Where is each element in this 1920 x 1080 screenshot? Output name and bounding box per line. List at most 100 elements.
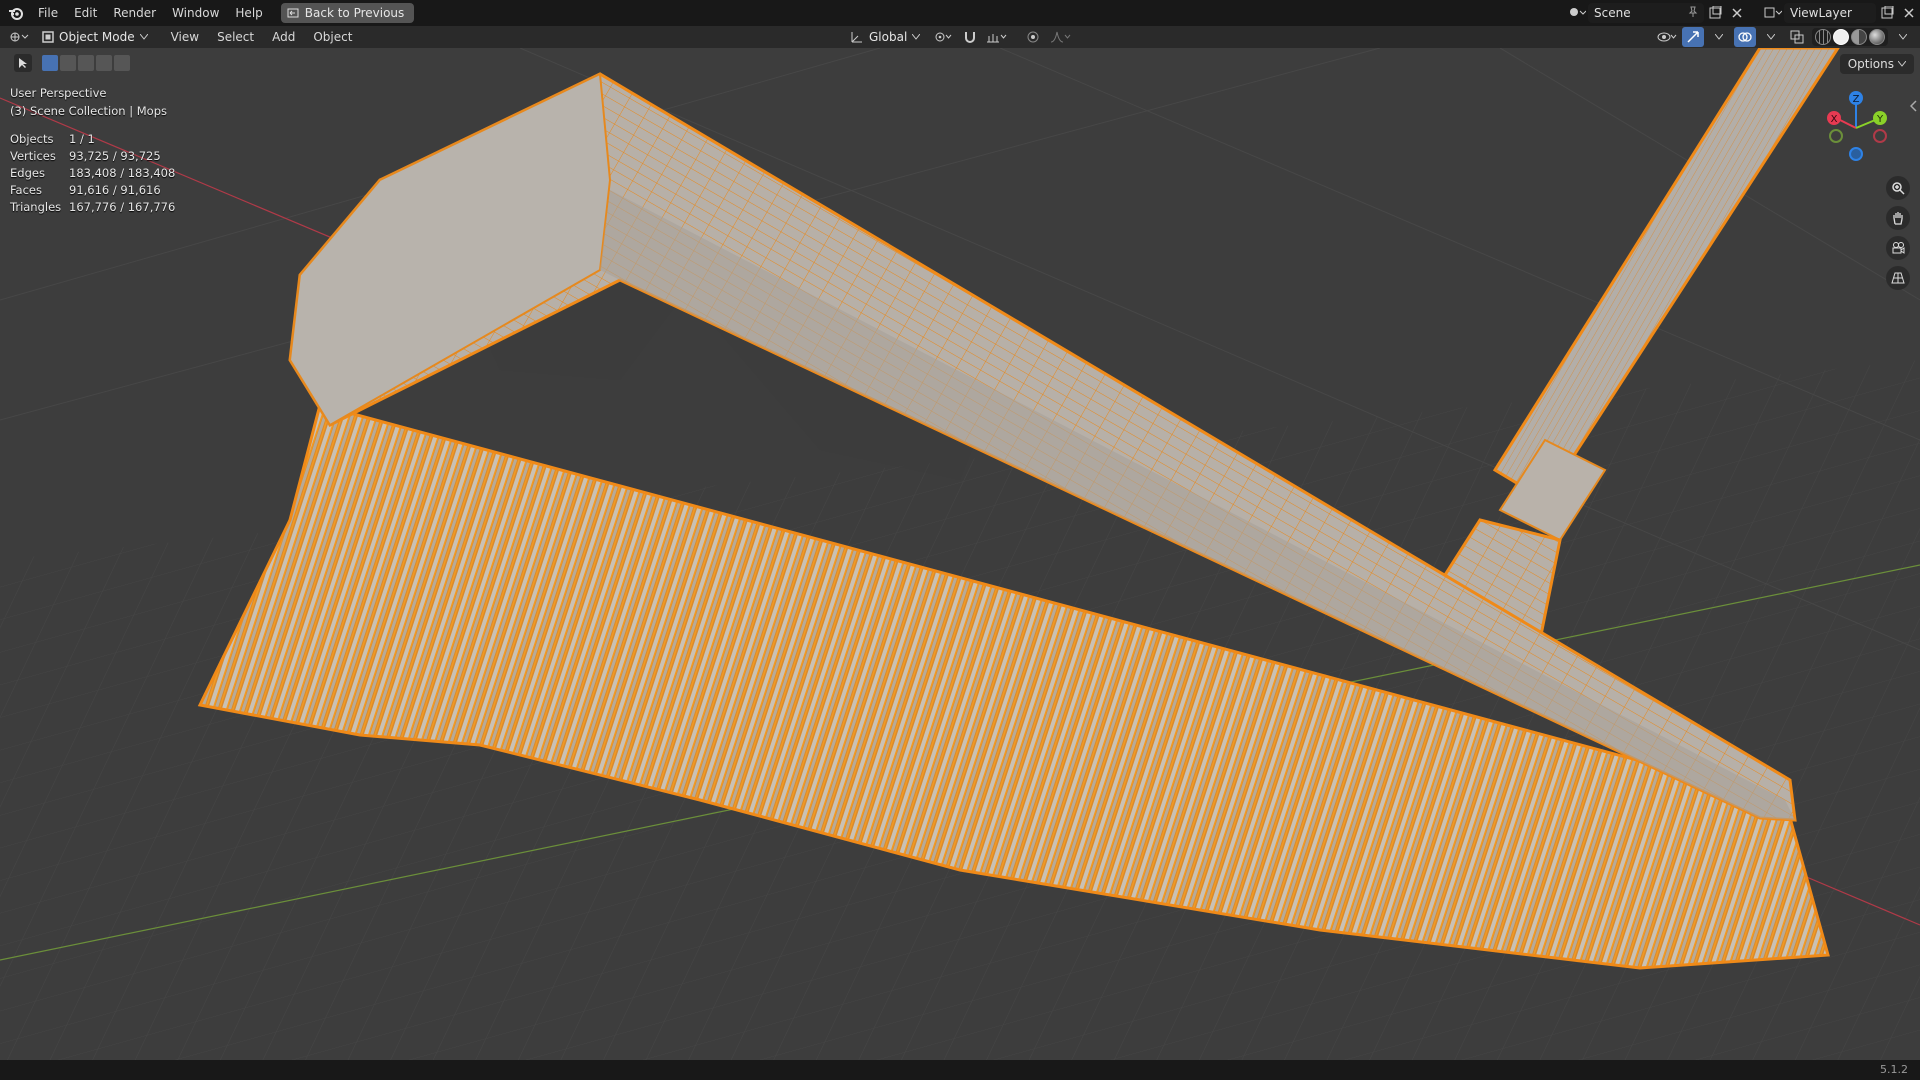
top-menu-bar: File Edit Render Window Help Back to Pre… xyxy=(0,0,1920,26)
stats-row: Objects 1 / 1 xyxy=(10,130,175,147)
3d-viewport[interactable]: User Perspective (3) Scene Collection | … xyxy=(0,48,1920,1060)
solid-shading-icon[interactable] xyxy=(1833,29,1849,45)
snap-toggle-icon[interactable] xyxy=(960,27,980,47)
menu-file[interactable]: File xyxy=(30,6,66,20)
menu-select[interactable]: Select xyxy=(208,30,263,44)
status-bar: 5.1.2 xyxy=(0,1060,1920,1080)
viewport-canvas[interactable] xyxy=(0,48,1920,1060)
stats-label: Triangles xyxy=(10,199,62,214)
neg-y-axis-handle[interactable] xyxy=(1829,129,1843,143)
falloff-curve-icon[interactable] xyxy=(1050,27,1072,47)
remove-scene-icon[interactable] xyxy=(1726,3,1748,23)
chevron-down-icon xyxy=(139,34,148,40)
snap-target-icon[interactable] xyxy=(986,27,1008,47)
stats-row: Triangles 167,776 / 167,776 xyxy=(10,198,175,215)
select-invert-icon[interactable] xyxy=(96,55,112,71)
viewport-header: Object Mode View Select Add Object Globa… xyxy=(0,26,1920,48)
wireframe-shading-icon[interactable] xyxy=(1815,29,1831,45)
orientation-axes-icon xyxy=(851,32,862,43)
material-preview-icon[interactable] xyxy=(1851,29,1867,45)
pivot-point-icon[interactable] xyxy=(932,27,954,47)
menu-edit[interactable]: Edit xyxy=(66,6,105,20)
xray-toggle-icon[interactable] xyxy=(1786,27,1808,47)
proportional-editing-icon[interactable] xyxy=(1022,27,1044,47)
perspective-label: User Perspective xyxy=(10,86,107,100)
navigation-gizmo[interactable]: Z X Y xyxy=(1824,88,1888,168)
transform-orientation-dropdown[interactable]: Global xyxy=(844,28,926,46)
stats-row: Vertices 93,725 / 93,725 xyxy=(10,147,175,164)
selection-mode-group xyxy=(42,55,130,71)
statistics-overlay: Objects 1 / 1 Vertices 93,725 / 93,725 Edg… xyxy=(10,130,175,215)
stats-label: Objects xyxy=(10,131,54,146)
pan-hand-icon[interactable] xyxy=(1886,206,1910,230)
new-scene-icon[interactable] xyxy=(1704,3,1726,23)
version-label: 5.1.2 xyxy=(1880,1063,1908,1076)
menu-add[interactable]: Add xyxy=(263,30,304,44)
zoom-icon[interactable] xyxy=(1886,176,1910,200)
viewport-display-tools xyxy=(1656,26,1914,48)
show-overlays-icon[interactable] xyxy=(1734,27,1756,47)
transform-tools: Global xyxy=(838,26,1072,48)
chevron-down-icon xyxy=(912,34,921,40)
collection-label: (3) Scene Collection | Mops xyxy=(10,104,167,118)
menu-view[interactable]: View xyxy=(162,30,208,44)
viewport-info: User Perspective (3) Scene Collection | … xyxy=(10,84,167,120)
options-dropdown[interactable]: Options xyxy=(1839,54,1914,74)
gizmo-dropdown-icon[interactable] xyxy=(1708,27,1730,47)
select-tool-button[interactable] xyxy=(14,54,32,72)
stats-label: Faces xyxy=(10,182,42,197)
pin-icon[interactable] xyxy=(1688,6,1698,21)
transform-orientation-label: Global xyxy=(869,30,908,44)
remove-view-layer-icon[interactable] xyxy=(1898,3,1920,23)
scene-field[interactable]: Scene xyxy=(1588,3,1704,23)
view-layer-selector-icon[interactable] xyxy=(1762,3,1784,23)
chevron-down-icon xyxy=(1898,61,1906,67)
scene-name: Scene xyxy=(1594,6,1631,20)
overlays-dropdown-icon[interactable] xyxy=(1760,27,1782,47)
shading-dropdown-icon[interactable] xyxy=(1892,27,1914,47)
stats-value: 91,616 / 91,616 xyxy=(69,182,161,197)
object-mode-dropdown[interactable]: Object Mode xyxy=(36,28,154,46)
perspective-toggle-icon[interactable] xyxy=(1886,266,1910,290)
object-mode-label: Object Mode xyxy=(59,30,135,44)
neg-z-axis-handle[interactable] xyxy=(1849,147,1863,161)
navigation-buttons xyxy=(1886,176,1910,290)
menu-window[interactable]: Window xyxy=(164,6,227,20)
menu-object[interactable]: Object xyxy=(304,30,361,44)
z-axis-label: Z xyxy=(1853,94,1860,105)
select-new-icon[interactable] xyxy=(42,55,58,71)
editor-type-icon[interactable] xyxy=(8,27,30,47)
stats-label: Vertices xyxy=(10,148,56,163)
stats-value: 1 / 1 xyxy=(69,131,95,146)
tool-settings-row xyxy=(14,54,130,72)
visibility-selectability-icon[interactable] xyxy=(1656,27,1678,47)
new-view-layer-icon[interactable] xyxy=(1876,3,1898,23)
select-extend-icon[interactable] xyxy=(60,55,76,71)
options-label: Options xyxy=(1847,57,1894,71)
stats-label: Edges xyxy=(10,165,45,180)
rendered-shading-icon[interactable] xyxy=(1869,29,1885,45)
stats-value: 93,725 / 93,725 xyxy=(69,148,161,163)
neg-x-axis-handle[interactable] xyxy=(1873,129,1887,143)
stats-row: Faces 91,616 / 91,616 xyxy=(10,181,175,198)
y-axis-label: Y xyxy=(1876,114,1884,125)
show-gizmo-icon[interactable] xyxy=(1682,27,1704,47)
stats-row: Edges 183,408 / 183,408 xyxy=(10,164,175,181)
stats-value: 167,776 / 167,776 xyxy=(69,199,176,214)
back-to-previous-button[interactable]: Back to Previous xyxy=(280,3,415,23)
menu-help[interactable]: Help xyxy=(227,6,270,20)
object-mode-icon xyxy=(42,31,54,43)
sidebar-toggle-icon[interactable] xyxy=(1910,100,1918,112)
select-intersect-icon[interactable] xyxy=(114,55,130,71)
view-layer-field[interactable]: ViewLayer xyxy=(1784,3,1876,23)
camera-view-icon[interactable] xyxy=(1886,236,1910,260)
view-layer-name: ViewLayer xyxy=(1790,6,1852,20)
stats-value: 183,408 / 183,408 xyxy=(69,165,176,180)
menu-render[interactable]: Render xyxy=(105,6,164,20)
scene-selector-icon[interactable] xyxy=(1566,3,1588,23)
viewport-shading-group xyxy=(1812,28,1888,46)
select-subtract-icon[interactable] xyxy=(78,55,94,71)
top-right-controls: Scene ViewLayer xyxy=(1566,0,1920,26)
back-to-previous-label: Back to Previous xyxy=(304,6,405,20)
blender-logo-icon[interactable] xyxy=(8,5,24,21)
